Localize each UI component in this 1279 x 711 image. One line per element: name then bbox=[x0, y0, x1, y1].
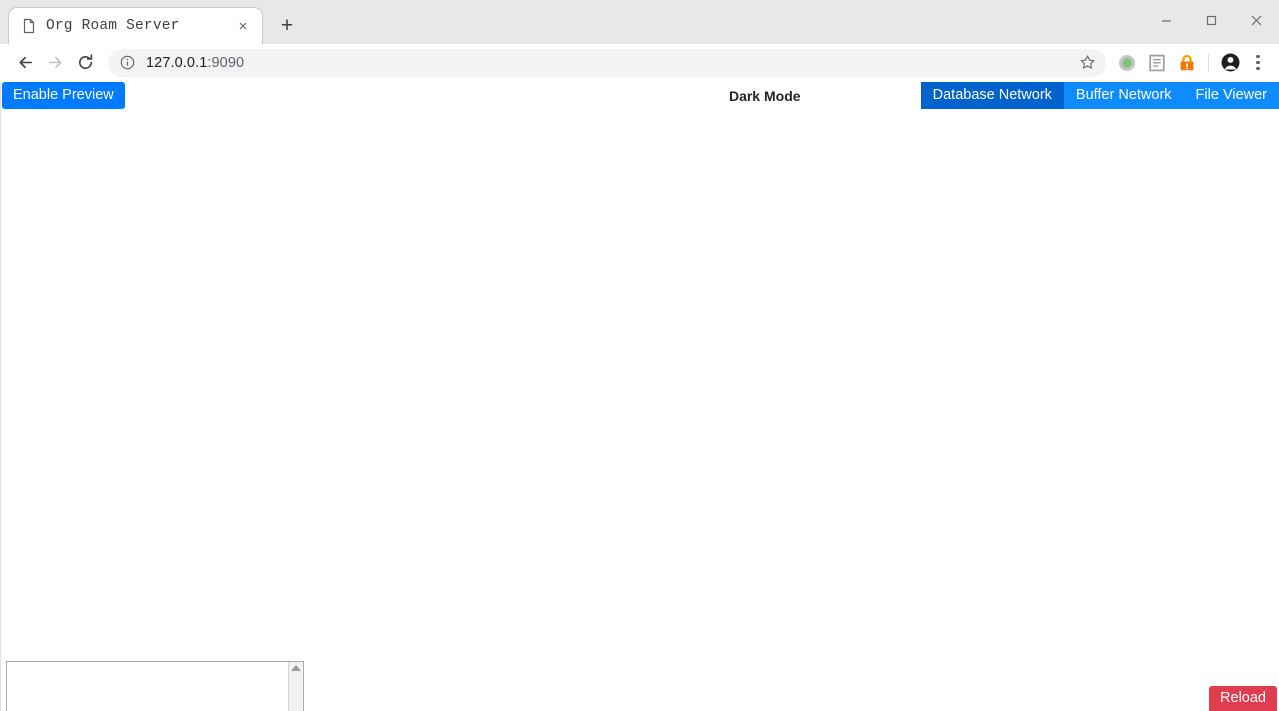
reload-icon[interactable] bbox=[70, 48, 100, 78]
tab-close-icon[interactable]: × bbox=[234, 17, 252, 35]
close-icon[interactable] bbox=[1234, 0, 1279, 40]
minimize-icon[interactable] bbox=[1144, 0, 1189, 40]
info-circle-icon[interactable] bbox=[118, 54, 136, 72]
forward-arrow-icon[interactable] bbox=[40, 48, 70, 78]
green-circle-extension-icon[interactable] bbox=[1112, 48, 1142, 78]
enable-preview-button[interactable]: Enable Preview bbox=[2, 82, 125, 109]
url-host: 127.0.0.1 bbox=[146, 54, 208, 71]
nav-tab-file-viewer[interactable]: File Viewer bbox=[1183, 82, 1279, 109]
toolbar-center-region: Dark Mode bbox=[125, 82, 921, 109]
node-editor-textarea[interactable] bbox=[7, 662, 288, 711]
browser-navigation-bar: 127.0.0.1:9090 bbox=[0, 44, 1279, 82]
back-arrow-icon[interactable] bbox=[10, 48, 40, 78]
browser-window: Org Roam Server × + 127.0.0.1:9090 Enabl… bbox=[0, 0, 1279, 711]
url-text: 127.0.0.1:9090 bbox=[146, 55, 1074, 71]
editor-scrollbar[interactable] bbox=[288, 662, 304, 711]
node-editor-panel bbox=[6, 661, 304, 711]
page-viewport: Enable Preview Dark Mode Database Networ… bbox=[0, 82, 1279, 711]
app-toolbar: Enable Preview Dark Mode Database Networ… bbox=[1, 82, 1279, 109]
menu-dot bbox=[1256, 67, 1260, 71]
nav-tab-database-network[interactable]: Database Network bbox=[920, 82, 1064, 109]
menu-dot bbox=[1256, 54, 1260, 58]
document-list-extension-icon[interactable] bbox=[1142, 48, 1172, 78]
browser-tab[interactable]: Org Roam Server × bbox=[8, 7, 263, 44]
account-avatar-icon[interactable] bbox=[1215, 48, 1245, 78]
three-dot-menu-icon[interactable] bbox=[1245, 48, 1271, 78]
dark-mode-label[interactable]: Dark Mode bbox=[729, 88, 801, 104]
nav-tab-buffer-network[interactable]: Buffer Network bbox=[1063, 82, 1184, 109]
new-tab-button[interactable]: + bbox=[272, 10, 302, 40]
window-controls bbox=[1144, 0, 1279, 40]
toolbar-divider bbox=[1208, 53, 1209, 72]
tab-title: Org Roam Server bbox=[46, 18, 180, 34]
reload-button[interactable]: Reload bbox=[1209, 686, 1277, 711]
url-port: :9090 bbox=[207, 54, 245, 71]
graph-canvas[interactable]: Reload bbox=[1, 109, 1279, 711]
extension-icons bbox=[1112, 48, 1202, 78]
maximize-icon[interactable] bbox=[1189, 0, 1234, 40]
scroll-up-arrow-icon[interactable] bbox=[291, 665, 301, 671]
address-bar[interactable]: 127.0.0.1:9090 bbox=[108, 48, 1106, 77]
star-icon[interactable] bbox=[1074, 50, 1100, 76]
page-icon bbox=[21, 18, 37, 34]
menu-dot bbox=[1256, 60, 1260, 65]
view-nav-group: Database Network Buffer Network File Vie… bbox=[920, 82, 1279, 109]
tab-strip: Org Roam Server × + bbox=[0, 0, 1279, 44]
orange-lock-warning-extension-icon[interactable] bbox=[1172, 48, 1202, 78]
